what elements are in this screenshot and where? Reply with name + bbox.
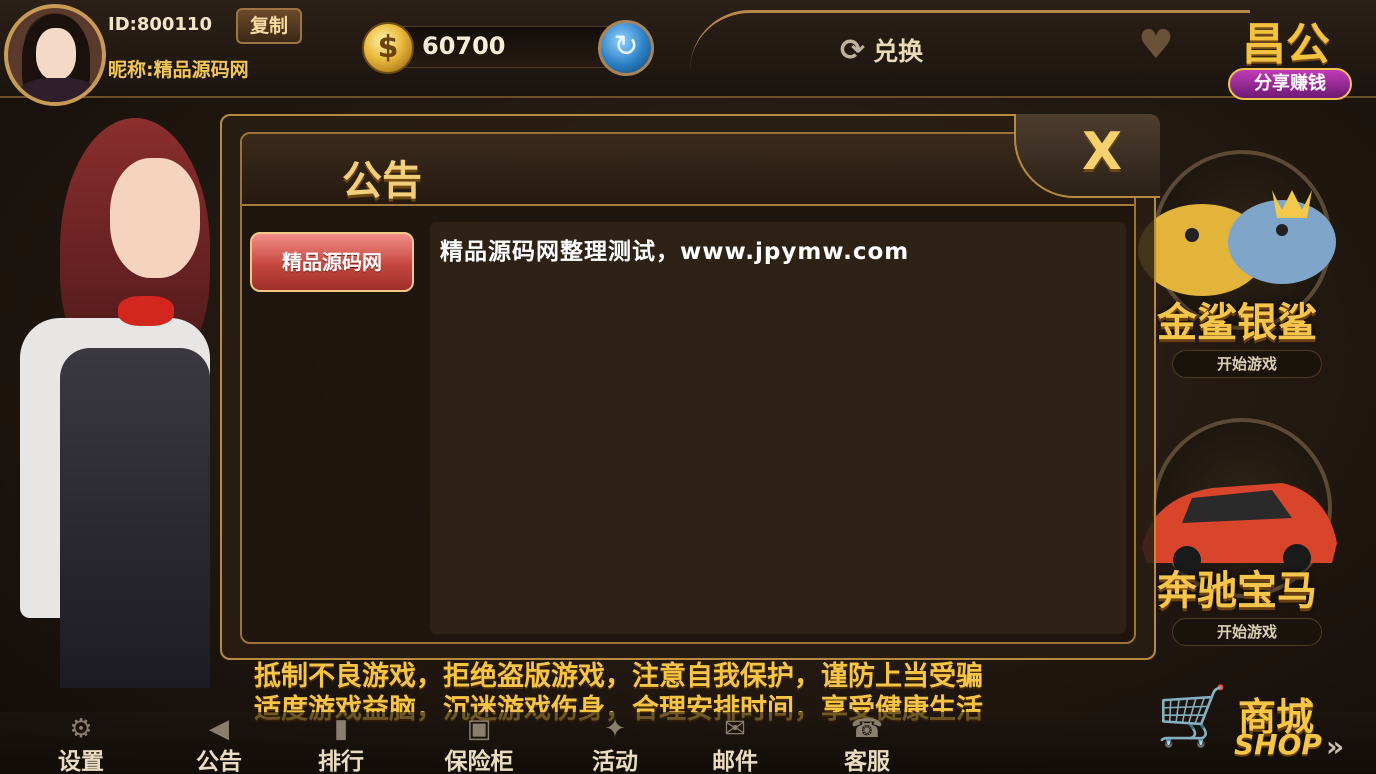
exchange-icon: ⟳: [840, 32, 866, 68]
share-earn-button[interactable]: 昌公 分享赚钱: [1224, 8, 1360, 102]
coin-balance: 60700: [422, 32, 506, 60]
exchange-button[interactable]: ⟳ 兑换: [840, 28, 923, 72]
hostess-face: [110, 158, 200, 278]
game-tile-shark[interactable]: 金鲨银鲨 开始游戏: [1132, 150, 1342, 380]
share-earn-label: 分享赚钱: [1228, 68, 1352, 100]
nav-label: 客服: [844, 749, 890, 774]
nav-mail[interactable]: ✉ 邮件: [680, 714, 790, 774]
hostess-bowtie: [118, 296, 174, 326]
announcement-content-area: [430, 222, 1126, 634]
nav-label: 保险柜: [444, 749, 514, 774]
announcement-text: 精品源码网整理测试，www.jpymw.com: [440, 239, 910, 265]
nav-announcement[interactable]: ◀ 公告: [164, 714, 274, 774]
announcement-dialog: 公告 精品源码网 精品源码网整理测试，www.jpymw.com: [220, 114, 1156, 660]
mail-icon: ✉: [724, 714, 746, 744]
gear-icon: ⚙: [69, 714, 93, 744]
game-name: 金鲨银鲨: [1157, 300, 1317, 346]
health-notice-line: 抵制不良游戏，拒绝盗版游戏，注意自我保护，谨防上当受骗: [254, 661, 983, 692]
nav-label: 排行: [318, 749, 364, 774]
announcement-dialog-panel: 公告 精品源码网 精品源码网整理测试，www.jpymw.com: [240, 132, 1136, 644]
avatar-face: [36, 28, 76, 80]
close-icon: X: [1082, 122, 1123, 182]
announcement-header: 公告: [242, 134, 1134, 206]
avatar[interactable]: [4, 4, 106, 106]
shop-button[interactable]: 🛒 商城 SHOP »: [1156, 676, 1366, 772]
speaker-icon: ◀: [209, 714, 229, 744]
user-nickname: 昵称:精品源码网: [108, 59, 249, 81]
game-tile-car[interactable]: 奔驰宝马 开始游戏: [1132, 418, 1342, 648]
headset-icon: ☎: [850, 714, 884, 744]
double-chevron-right-icon: »: [1326, 730, 1345, 763]
nav-customer-service[interactable]: ☎ 客服: [812, 714, 922, 774]
shopping-cart-icon: 🛒: [1156, 682, 1229, 750]
hearts-decoration-icon: ♥: [1138, 22, 1174, 68]
copy-id-button[interactable]: 复制: [236, 8, 302, 44]
start-game-button[interactable]: 开始游戏: [1172, 618, 1322, 646]
hostess-character: [0, 118, 240, 690]
shop-label-en: SHOP: [1234, 728, 1322, 761]
ranking-icon: ▮: [333, 714, 349, 744]
nav-label: 公告: [196, 749, 242, 774]
nav-label: 活动: [592, 749, 638, 774]
user-id: ID:800110: [108, 14, 212, 35]
nav-ranking[interactable]: ▮ 排行: [286, 714, 396, 774]
nav-safe[interactable]: ▣ 保险柜: [424, 714, 534, 774]
start-game-button[interactable]: 开始游戏: [1172, 350, 1322, 378]
hostess-vest: [60, 348, 210, 688]
refresh-icon[interactable]: ↻: [598, 20, 654, 76]
safe-icon: ▣: [466, 714, 492, 744]
nav-label: 设置: [58, 749, 104, 774]
share-logo-text: 昌公: [1242, 19, 1330, 70]
announcement-title: 公告: [342, 158, 422, 204]
nav-events[interactable]: ✦ 活动: [560, 714, 670, 774]
nav-label: 邮件: [712, 749, 758, 774]
exchange-label: 兑换: [873, 37, 924, 66]
avatar-body: [18, 78, 98, 102]
nav-settings[interactable]: ⚙ 设置: [26, 714, 136, 774]
announcement-tab-item[interactable]: 精品源码网: [250, 232, 414, 292]
events-icon: ✦: [604, 714, 626, 744]
gold-coin-icon: $: [362, 22, 414, 74]
game-name: 奔驰宝马: [1157, 568, 1317, 614]
